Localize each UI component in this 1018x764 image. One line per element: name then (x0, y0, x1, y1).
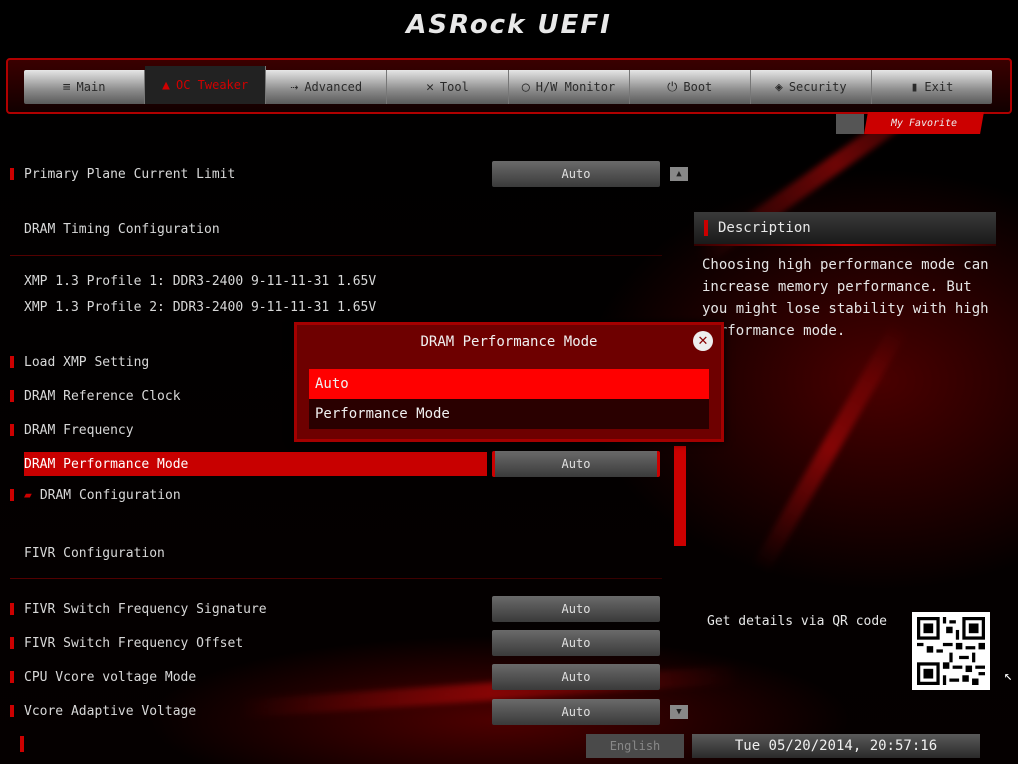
cpu-vcore-mode-value[interactable]: Auto (492, 664, 660, 690)
item-marker (10, 356, 14, 368)
section-header-dram-timing: DRAM Timing Configuration (24, 221, 220, 237)
tool-icon: ✕ (426, 79, 434, 95)
tab-main[interactable]: ≡ Main (24, 70, 146, 104)
item-marker (10, 489, 14, 501)
brand-logo: ASRock UEFI (406, 10, 612, 40)
list-icon: ≡ (62, 79, 71, 95)
flame-icon: ▲ (162, 77, 170, 93)
my-favorite-button[interactable]: My Favorite (864, 112, 984, 134)
fivr-switch-signature-value[interactable]: Auto (492, 596, 660, 622)
submenu-dram-configuration[interactable]: ▰ DRAM Configuration (10, 483, 670, 507)
xmp-profile-1: XMP 1.3 Profile 1: DDR3-2400 9-11-11-31 … (24, 273, 377, 289)
divider (10, 255, 662, 256)
description-header: Description (694, 212, 996, 246)
shield-icon: ◈ (775, 79, 783, 95)
mouse-cursor-icon: ↖ (1004, 668, 1013, 684)
datetime-display: Tue 05/20/2014, 20:57:16 (692, 734, 980, 758)
qr-code (912, 612, 990, 690)
scroll-up-arrow[interactable]: ▲ (670, 167, 688, 181)
tab-advanced[interactable]: ⇢ Advanced (266, 70, 388, 104)
primary-plane-value[interactable]: Auto (492, 161, 660, 187)
section-header-fivr: FIVR Configuration (24, 545, 165, 561)
item-marker (10, 390, 14, 402)
close-icon[interactable]: ✕ (693, 331, 713, 351)
xmp-profile-2: XMP 1.3 Profile 2: DDR3-2400 9-11-11-31 … (24, 299, 377, 315)
dialog-option-list: Auto Performance Mode (309, 369, 709, 429)
dialog-title: DRAM Performance Mode (420, 334, 598, 350)
power-icon: ⏻ (667, 79, 678, 95)
description-text: Choosing high performance mode can incre… (702, 257, 989, 339)
favorite-toggle[interactable] (836, 114, 864, 134)
setting-dram-performance-mode[interactable]: DRAM Performance Mode (24, 452, 487, 476)
tab-oc-tweaker[interactable]: ▲ OC Tweaker (145, 66, 267, 104)
fivr-switch-offset-value[interactable]: Auto (492, 630, 660, 656)
item-marker (10, 671, 14, 683)
item-marker (10, 705, 14, 717)
divider (10, 578, 662, 579)
tab-boot[interactable]: ⏻ Boot (630, 70, 751, 104)
footer-marker (20, 736, 24, 752)
folder-icon: ▰ (24, 487, 32, 503)
item-marker (10, 168, 14, 180)
qr-code-graphic (917, 617, 985, 685)
header-marker (704, 220, 708, 236)
item-marker (10, 603, 14, 615)
item-marker (10, 424, 14, 436)
option-performance-mode[interactable]: Performance Mode (309, 399, 709, 429)
item-marker (10, 637, 14, 649)
language-selector[interactable]: English (586, 734, 684, 758)
tab-tool[interactable]: ✕ Tool (387, 70, 509, 104)
dram-performance-mode-dialog: DRAM Performance Mode ✕ Auto Performance… (294, 322, 724, 442)
advanced-icon: ⇢ (290, 79, 299, 95)
monitor-icon: ◯ (521, 79, 530, 95)
main-nav: ≡ Main ▲ OC Tweaker ⇢ Advanced ✕ Tool ◯ H/W M… (24, 66, 992, 104)
vcore-adaptive-value[interactable]: Auto (492, 699, 660, 725)
scrollbar-thumb[interactable] (674, 446, 686, 546)
qr-label: Get details via QR code (707, 614, 888, 629)
scroll-down-arrow[interactable]: ▼ (670, 705, 688, 719)
dram-performance-mode-value[interactable]: Auto (492, 451, 660, 477)
tab-security[interactable]: ◈ Security (751, 70, 872, 104)
option-auto[interactable]: Auto (309, 369, 709, 399)
tab-exit[interactable]: ▮ Exit (872, 70, 992, 104)
tab-hw-monitor[interactable]: ◯ H/W Monitor (509, 70, 630, 104)
exit-icon: ▮ (910, 79, 919, 95)
